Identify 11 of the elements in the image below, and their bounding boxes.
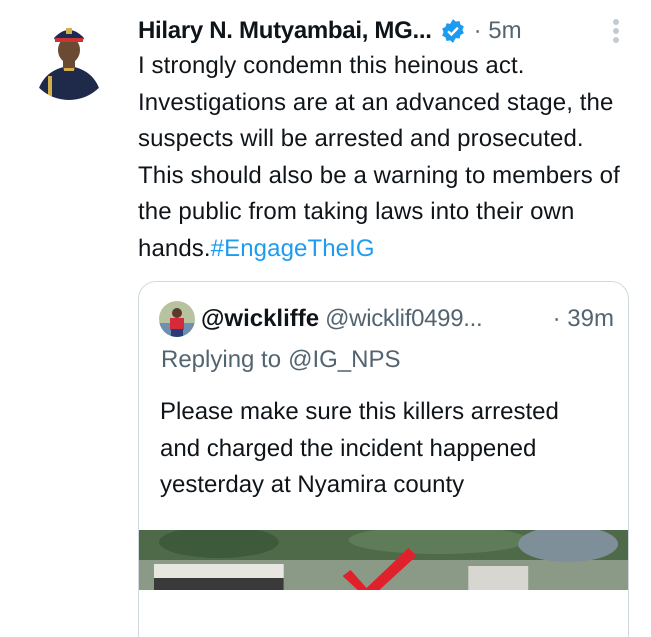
quoted-time: · 39m bbox=[552, 304, 615, 334]
quoted-tweet-card[interactable]: @wickliffe @wicklif0499... · 39m Replying to @IG_NPS Please make sure this killers arrested and charged the incident happened yesterday at Nyamira county bbox=[138, 281, 629, 637]
replying-label: Replying to bbox=[161, 345, 282, 375]
quoted-tweet-text: Please make sure this killers arrested and charged the incident happened yesterday at Nyamira county bbox=[159, 397, 560, 500]
author-name[interactable]: Hilary N. Mutyambai, MG... bbox=[138, 13, 432, 49]
quoted-handle: @wicklif0499... bbox=[325, 304, 482, 334]
more-options-icon[interactable] bbox=[612, 18, 620, 44]
quoted-author-name[interactable]: @wickliffe bbox=[201, 301, 320, 337]
tweet-time: · 5m bbox=[474, 16, 522, 46]
tweet-text: I strongly condemn this heinous act. Investigations are at an advanced stage, the suspects will be arrested and prosecuted. This should also be a warning to members of the public from taking laws into their own hands.#EngageTheIG bbox=[138, 51, 620, 264]
mention-link[interactable]: @IG_NPS bbox=[288, 342, 400, 378]
